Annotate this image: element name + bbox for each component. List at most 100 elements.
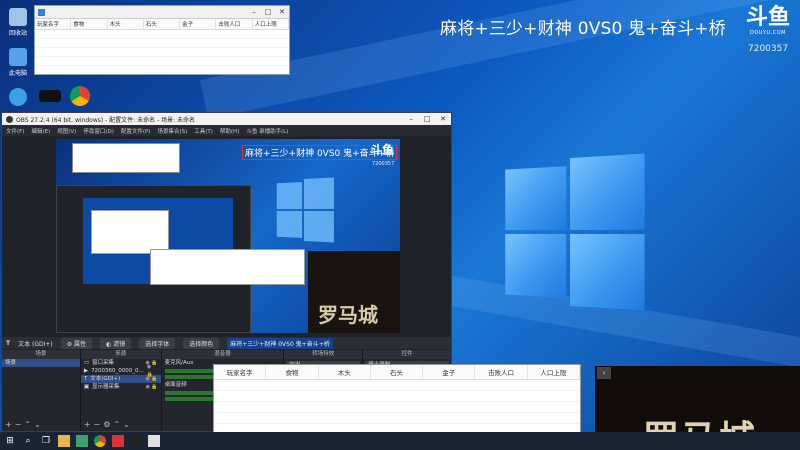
source-item[interactable]: ▣ 显示器采集 ◉ 🔒 [81,383,161,391]
scenes-dock: 场景 场景 +−⌃⌄ [2,350,80,431]
app-icon[interactable] [148,435,160,447]
media-icon: ▶ [83,368,89,374]
text-icon: T [83,376,88,382]
source-item[interactable]: T 文本(GDI+) ◉ 🔒 [80,375,161,383]
camera-badge-icon[interactable]: › [597,367,611,379]
menu-help[interactable]: 帮助(H) [220,127,239,135]
channel-label: 桌面音频 [164,382,187,388]
column-header: 玩家名字 [214,365,267,379]
column-header: 石头 [144,19,181,29]
computer-icon[interactable]: 此电脑 [2,48,34,77]
select-font-button[interactable]: 选择字体 [139,337,176,349]
maximize-icon[interactable]: □ [261,8,275,16]
task-view-icon[interactable]: ❐ [40,435,52,447]
recycle-bin-icon[interactable]: 回收站 [2,8,34,37]
menu-tools[interactable]: 工具(T) [194,127,213,135]
menu-profile[interactable]: 配置文件(P) [121,127,151,135]
chrome-icon[interactable] [64,86,96,108]
explorer-icon[interactable] [58,435,70,447]
app-icon[interactable] [34,90,66,104]
computer-label: 此电脑 [8,70,27,77]
menu-scene-collection[interactable]: 场景集合(S) [157,127,187,135]
column-header: 木头 [319,365,371,379]
column-header: 玩家名字 [35,19,72,29]
menu-douyu[interactable]: 斗鱼 录播助手(L) [246,127,288,135]
menu-view[interactable]: 视图(V) [57,127,76,135]
properties-label: 属性 [74,340,87,348]
start-icon[interactable]: ⊞ [4,435,16,447]
stats-header: 玩家名字 食物 木头 石头 金子 击败人口 人口上限 [214,365,580,380]
text-value-field[interactable]: 麻将+三少+财神 0VS0 鬼+奋斗+桥 [227,337,333,349]
menu-file[interactable]: 文件(F) [6,127,24,135]
mixer-header: 混音器 [161,350,284,359]
sources-dock: 来源 ▭ 窗口采集 ◉ 🔒 ▶ 7200360_0000_0... ◉ 🔒 T 文本(GD… [80,350,161,431]
preview-grid-window [150,249,305,285]
stream-title: 麻将+三少+财神 0VS0 鬼+奋斗+桥 [440,19,726,39]
close-icon[interactable]: ✕ [275,8,289,16]
transitions-header: 转场特效 [284,350,363,359]
filters-button[interactable]: ◐ 滤镜 [100,337,132,349]
column-header: 人口上限 [528,365,580,379]
column-header: 击败人口 [475,365,528,379]
window-icon: ▭ [83,360,90,366]
preview-camera: 罗马城 [308,251,400,333]
source-toolbar: T 文本 (GDI+) ⚙ 属性 ◐ 滤镜 选择字体 选择颜色 麻将+三少+财神… [2,337,451,349]
obs-title: OBS 27.2.4 (64 bit, windows) - 配置文件: 未命名… [16,116,196,124]
preview-camera-text: 罗马城 [318,303,378,327]
stats-header: 玩家名字 食物 木头 石头 金子 击败人口 人口上限 [35,19,289,30]
channel-label: 麦克风/Aux [164,360,194,366]
taskbar: ⊞ ⌕ ❐ [0,432,800,450]
recycle-bin-label: 回收站 [8,30,27,37]
source-item[interactable]: ▶ 7200360_0000_0... ◉ 🔒 [81,364,161,378]
obs-icon[interactable] [130,435,142,447]
scenes-controls[interactable]: +−⌃⌄ [5,420,44,429]
preview-nested-window [91,210,169,254]
douyu-logo-sub: DOUYU.COM [750,30,786,36]
app-icon [38,8,45,16]
stats-rows[interactable] [35,30,289,70]
obs-menubar: 文件(F) 编辑(E) 视图(V) 停靠窗口(D) 配置文件(P) 场景集合(S… [2,125,451,136]
close-icon[interactable]: ✕ [435,115,451,123]
windows-logo [505,153,645,313]
douyu-logo: 斗鱼 DOUYU.COM [744,6,792,40]
column-header: 木头 [108,19,144,29]
minimize-icon[interactable]: – [403,115,419,123]
filters-label: 滤镜 [113,340,126,348]
app-icon[interactable] [2,88,34,108]
app-icon[interactable] [76,435,88,447]
obs-icon [6,115,13,123]
select-color-button[interactable]: 选择颜色 [183,337,220,349]
minimize-icon[interactable]: – [247,8,261,16]
column-header: 食物 [71,19,108,29]
source-label: 7200360_0000_0... [91,368,144,374]
search-icon[interactable]: ⌕ [22,435,34,447]
preview-douyu-logo: 斗鱼 [370,143,395,157]
chrome-icon[interactable] [94,435,106,447]
controls-header: 控件 [363,350,451,359]
stats-window-small[interactable]: – □ ✕ 玩家名字 食物 木头 石头 金子 击败人口 人口上限 [34,5,290,75]
eye-icon[interactable]: ◉ 🔒 [145,383,160,391]
source-label: 显示器采集 [92,384,120,390]
mini-window-titlebar[interactable]: – □ ✕ [35,6,289,19]
properties-button[interactable]: ⚙ 属性 [60,337,93,349]
column-header: 人口上限 [253,19,289,29]
column-header: 金子 [180,19,217,29]
menu-docks[interactable]: 停靠窗口(D) [83,127,114,135]
column-header: 石头 [371,365,424,379]
gear-icon: ⚙ [66,340,75,348]
preview-windows-logo [276,177,334,243]
scenes-header: 场景 [2,350,80,359]
eye-icon[interactable]: ◉ 🔒 [145,375,160,383]
monitor-icon: ▣ [83,384,90,390]
text-source-icon: T [6,339,11,347]
menu-edit[interactable]: 编辑(E) [31,127,50,135]
app-icon[interactable] [112,435,124,447]
maximize-icon[interactable]: □ [419,115,435,123]
obs-titlebar[interactable]: OBS 27.2.4 (64 bit, windows) - 配置文件: 未命名… [2,113,451,125]
scene-item[interactable]: 场景 [2,359,80,367]
sources-controls[interactable]: +−⚙⌃⌄ [84,420,133,429]
column-header: 食物 [266,365,319,379]
obs-preview[interactable]: 罗马城 麻将+三少+财神 0VS0 鬼+奋斗+桥 斗鱼 7200357 [56,139,400,333]
source-label: 窗口采集 [92,360,115,366]
sources-header: 来源 [80,350,161,359]
